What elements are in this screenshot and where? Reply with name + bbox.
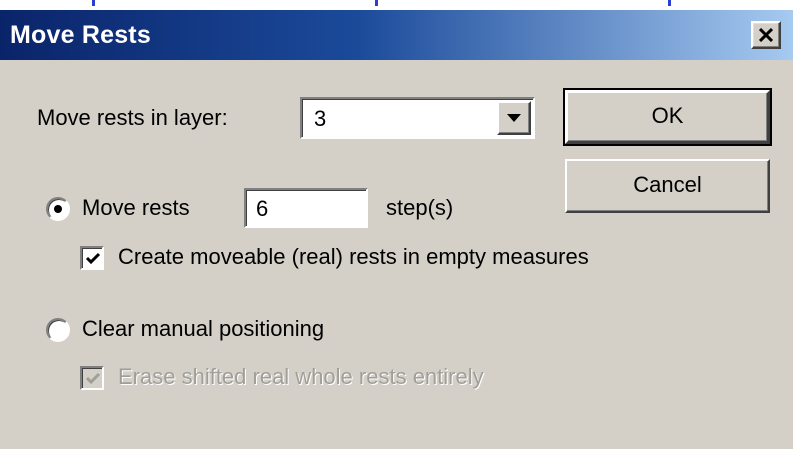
background-fragment <box>668 0 671 6</box>
chevron-down-icon <box>507 114 521 122</box>
dialog-title: Move Rests <box>10 21 151 49</box>
move-rests-label[interactable]: Move rests <box>82 195 190 221</box>
clear-positioning-radio[interactable] <box>46 318 70 342</box>
layer-dropdown-button[interactable] <box>497 101 531 135</box>
move-steps-value: 6 <box>256 196 269 221</box>
background-fragment <box>92 0 95 6</box>
close-icon <box>759 28 773 42</box>
erase-shifted-label: Erase shifted real whole rests entirely <box>118 364 484 389</box>
background-window-strip <box>0 0 793 10</box>
layer-label: Move rests in layer: <box>37 105 228 130</box>
ok-button[interactable]: OK <box>563 88 772 146</box>
move-steps-input[interactable]: 6 <box>244 188 368 228</box>
dialog-body: Move rests in layer: 3 OK Cancel Move re… <box>0 60 793 449</box>
checkmark-icon <box>85 252 101 265</box>
close-button[interactable] <box>751 21 781 49</box>
layer-select[interactable]: 3 <box>300 97 535 139</box>
layer-select-value: 3 <box>314 106 327 131</box>
steps-suffix-label: step(s) <box>386 195 454 220</box>
title-bar[interactable]: Move Rests <box>0 10 793 60</box>
radio-selected-dot <box>54 205 62 213</box>
cancel-button[interactable]: Cancel <box>565 159 770 213</box>
create-rests-label[interactable]: Create moveable (real) rests in empty me… <box>118 244 589 270</box>
erase-shifted-checkbox <box>80 366 104 390</box>
move-rests-radio[interactable] <box>46 197 70 221</box>
clear-positioning-label[interactable]: Clear manual positioning <box>82 316 324 342</box>
checkmark-icon <box>85 372 101 385</box>
create-rests-checkbox[interactable] <box>80 246 104 270</box>
background-fragment <box>375 0 378 6</box>
